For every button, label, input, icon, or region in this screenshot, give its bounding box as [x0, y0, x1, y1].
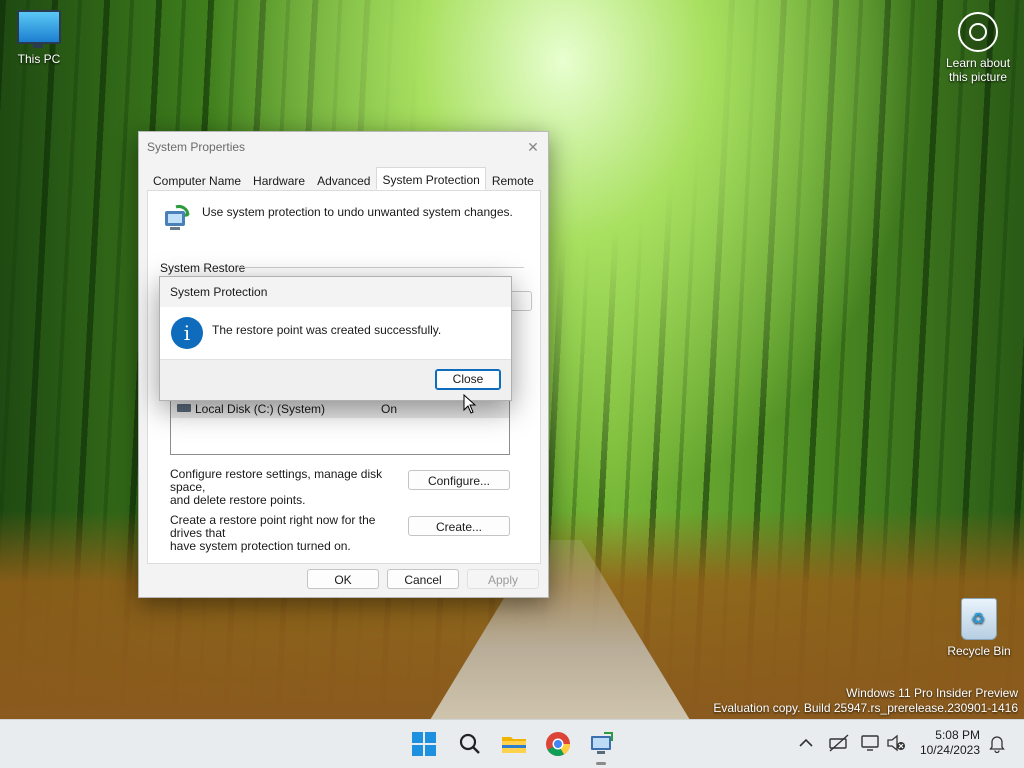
- network-disconnected-icon[interactable]: [828, 733, 850, 753]
- notification-bell-icon[interactable]: [988, 733, 1006, 753]
- this-pc-label: This PC: [17, 52, 61, 66]
- system-protection-dialog: System Protection i The restore point wa…: [159, 276, 512, 401]
- watermark-line1: Windows 11 Pro Insider Preview: [846, 686, 1018, 700]
- chrome-icon[interactable]: [544, 730, 572, 758]
- desktop-icon-this-pc[interactable]: This PC: [3, 10, 75, 66]
- configure-desc-line2: and delete restore points.: [170, 493, 306, 507]
- watermark-line2: Evaluation copy. Build 25947.rs_prerelea…: [713, 701, 1018, 715]
- hard-disk-icon: [177, 404, 191, 412]
- apply-button[interactable]: Apply: [467, 569, 539, 589]
- clock-date: 10/24/2023: [919, 743, 980, 757]
- cancel-button[interactable]: Cancel: [387, 569, 459, 589]
- tab-advanced[interactable]: Advanced: [311, 170, 376, 191]
- mouse-pointer-icon: [463, 394, 477, 414]
- system-restore-label: System Restore: [160, 261, 246, 275]
- tab-strip: Computer Name Hardware Advanced System P…: [147, 167, 540, 191]
- running-indicator: [596, 762, 606, 765]
- info-icon: i: [171, 317, 203, 349]
- list-item[interactable]: Local Disk (C:) (System) On: [171, 398, 509, 418]
- desktop-icon-recycle-bin[interactable]: ♻ Recycle Bin: [939, 598, 1019, 658]
- dialog-footer: Close: [160, 359, 511, 400]
- volume-muted-icon[interactable]: [886, 733, 906, 753]
- windows-logo-icon: [412, 732, 423, 743]
- desktop-icon-learn-about-picture[interactable]: Learn about this picture: [938, 12, 1018, 84]
- create-button[interactable]: Create...: [408, 516, 510, 536]
- evaluation-watermark: Windows 11 Pro Insider Preview Evaluatio…: [713, 686, 1018, 716]
- search-icon[interactable]: [456, 730, 484, 758]
- learn-label-line2: this picture: [948, 70, 1008, 84]
- clock-time: 5:08 PM: [935, 728, 980, 742]
- dialog-message: The restore point was created successful…: [212, 323, 442, 337]
- window-title: System Properties: [147, 140, 246, 154]
- display-icon[interactable]: [860, 733, 880, 753]
- configure-button[interactable]: Configure...: [408, 470, 510, 490]
- drive-name: Local Disk (C:) (System): [195, 402, 326, 416]
- create-description: Create a restore point right now for the…: [170, 514, 410, 553]
- camera-icon: [958, 12, 998, 52]
- file-explorer-icon[interactable]: [500, 730, 528, 758]
- group-divider: [238, 267, 524, 268]
- protection-drive-list[interactable]: Local Disk (C:) (System) On: [170, 395, 510, 455]
- tab-system-protection[interactable]: System Protection: [376, 167, 486, 190]
- system-protection-icon: [165, 205, 190, 230]
- drive-protection-status: On: [381, 402, 398, 416]
- monitor-icon: [17, 10, 61, 48]
- tab-computer-name[interactable]: Computer Name: [147, 170, 247, 191]
- recycle-bin-icon: ♻: [961, 598, 997, 640]
- recycle-bin-label: Recycle Bin: [947, 644, 1011, 658]
- title-bar[interactable]: System Properties ✕: [139, 132, 548, 162]
- chevron-up-icon[interactable]: [797, 734, 815, 752]
- ok-button[interactable]: OK: [307, 569, 379, 589]
- clock[interactable]: 5:08 PM 10/24/2023: [920, 728, 980, 758]
- intro-text: Use system protection to undo unwanted s…: [202, 205, 513, 219]
- configure-desc-line1: Configure restore settings, manage disk …: [170, 467, 383, 494]
- tab-remote[interactable]: Remote: [486, 170, 540, 191]
- create-desc-line1: Create a restore point right now for the…: [170, 513, 376, 540]
- create-desc-line2: have system protection turned on.: [170, 539, 351, 553]
- system-properties-taskbar-icon[interactable]: [588, 730, 616, 758]
- dialog-title[interactable]: System Protection: [160, 277, 511, 307]
- start-button[interactable]: [412, 732, 436, 756]
- close-icon[interactable]: ✕: [518, 132, 548, 162]
- taskbar: 5:08 PM 10/24/2023: [0, 719, 1024, 768]
- learn-label-line1: Learn about: [945, 56, 1011, 70]
- tab-hardware[interactable]: Hardware: [247, 170, 311, 191]
- close-button[interactable]: Close: [435, 369, 501, 390]
- configure-description: Configure restore settings, manage disk …: [170, 468, 410, 507]
